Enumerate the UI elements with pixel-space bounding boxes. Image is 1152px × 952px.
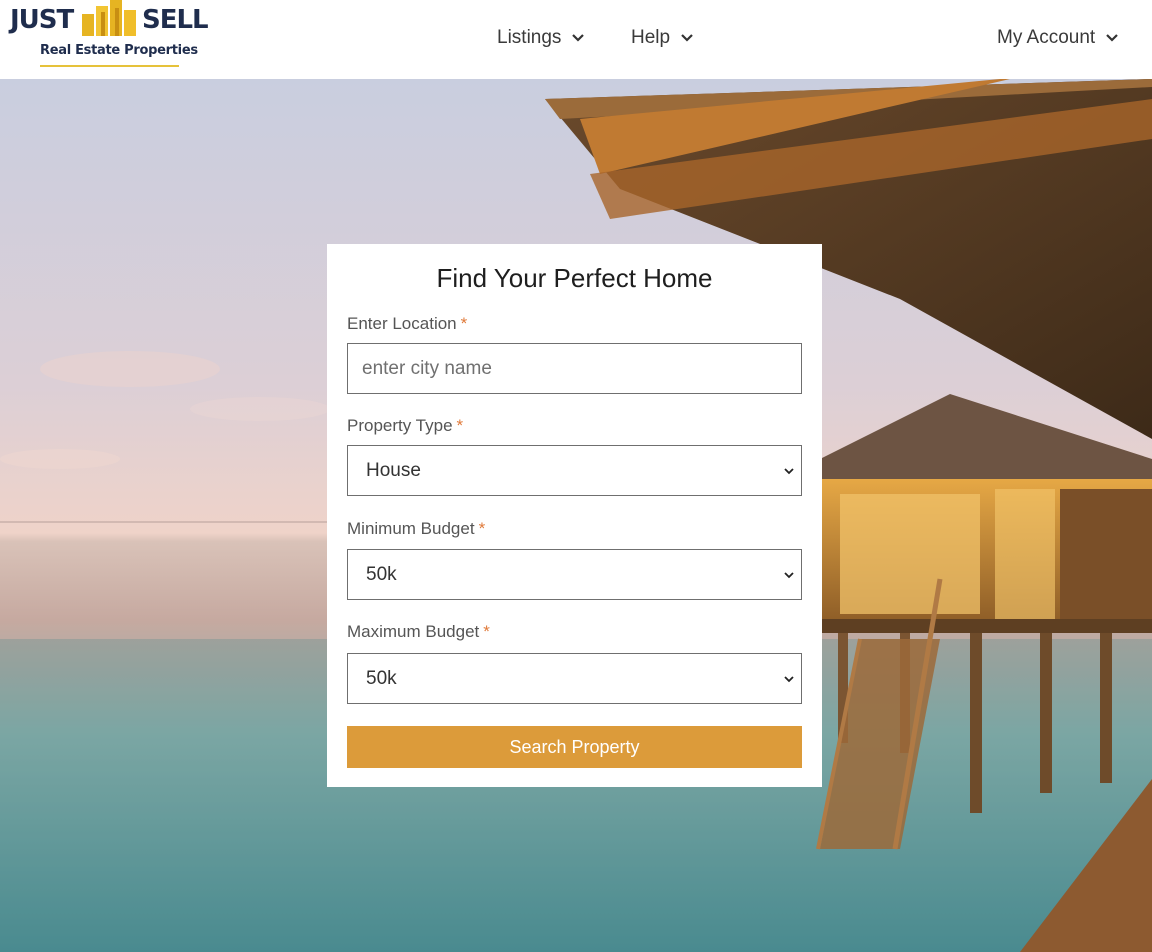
min-budget-label-text: Minimum Budget [347,519,475,538]
required-marker: * [483,622,490,641]
nav-my-account[interactable]: My Account [997,27,1119,49]
max-budget-value: 50k [366,667,397,689]
brand-logo[interactable]: JUST SELL Real Estate Properties [8,0,209,70]
chevron-down-icon [784,572,794,579]
chevron-down-icon [1106,34,1118,42]
site-header: JUST SELL Real Estate Properties Listing… [0,0,1152,79]
brand-name-right: SELL [142,5,209,35]
min-budget-select[interactable]: 50k [347,549,802,600]
max-budget-label-text: Maximum Budget [347,622,480,641]
chevron-down-icon [784,676,794,683]
max-budget-select[interactable]: 50k [347,653,802,704]
nav-help[interactable]: Help [631,27,694,49]
min-budget-label: Minimum Budget * [347,519,485,539]
location-placeholder: enter city name [362,357,492,379]
max-budget-label: Maximum Budget * [347,622,490,642]
location-label: Enter Location * [347,314,467,334]
property-type-select[interactable]: House [347,445,802,496]
property-type-label-text: Property Type [347,416,453,435]
brand-name-left: JUST [10,5,74,35]
brand-tagline: Real Estate Properties [40,43,198,58]
nav-listings[interactable]: Listings [497,27,585,49]
tagline-underline [40,65,179,67]
required-marker: * [478,519,486,538]
property-search-form: Find Your Perfect Home Enter Location * e… [327,244,822,787]
search-property-button[interactable]: Search Property [347,726,802,768]
nav-help-label: Help [631,27,671,48]
location-input[interactable]: enter city name [347,343,802,394]
nav-listings-label: Listings [497,27,562,48]
required-marker: * [456,416,464,435]
min-budget-value: 50k [366,563,397,585]
location-label-text: Enter Location [347,314,457,333]
property-type-value: House [366,459,421,481]
property-type-label: Property Type * [347,416,463,436]
chevron-down-icon [572,34,585,42]
chevron-down-icon [681,34,693,42]
chevron-down-icon [784,468,794,475]
nav-account-label: My Account [997,27,1096,48]
required-marker: * [460,314,468,333]
building-logo-icon [82,0,136,36]
form-title: Find Your Perfect Home [436,263,713,293]
